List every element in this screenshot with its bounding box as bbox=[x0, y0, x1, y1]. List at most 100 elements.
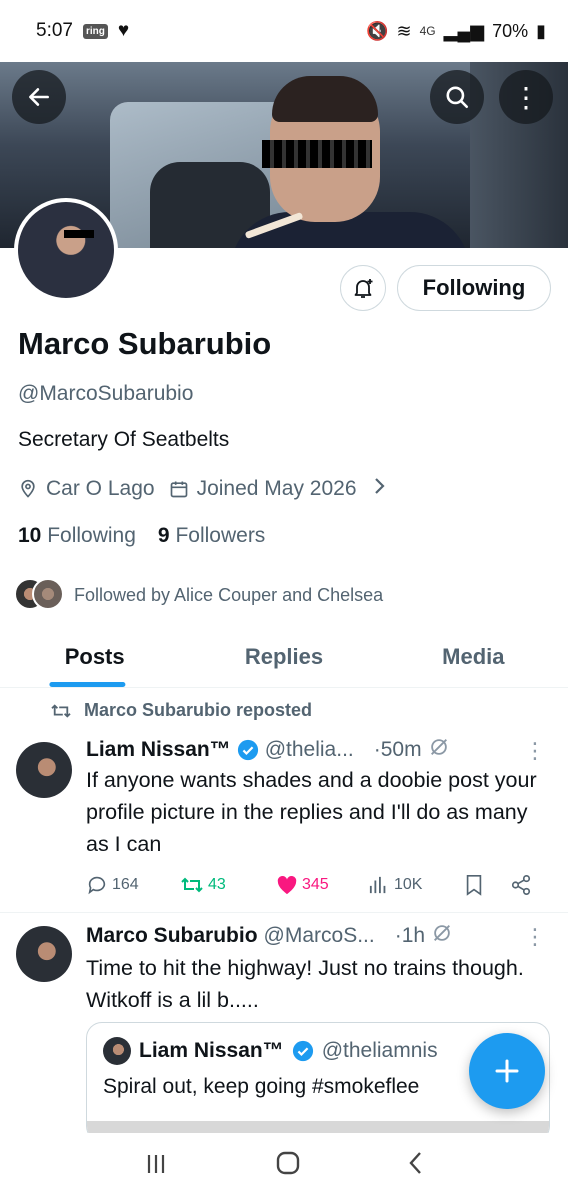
followed-by-avatars bbox=[14, 578, 64, 612]
post-text: Time to hit the highway! Just no trains … bbox=[86, 956, 524, 1012]
profile-meta: Car O Lago Joined May 2026 bbox=[18, 476, 387, 502]
quote-author-handle: @theliamnis bbox=[321, 1039, 438, 1062]
tab-replies[interactable]: Replies bbox=[189, 626, 378, 687]
repost-count: 43 bbox=[208, 876, 226, 893]
plus-icon bbox=[495, 1059, 519, 1083]
display-name: Marco Subarubio bbox=[18, 326, 272, 361]
joined-date: Joined May 2026 bbox=[196, 477, 357, 500]
reply-icon bbox=[88, 876, 106, 895]
status-bar: 5:07 ring ♥ 🔇 ≋ 4G ▂▄▆ 70% ▮ bbox=[0, 0, 568, 62]
author-handle: @MarcoS... bbox=[263, 924, 375, 947]
post-header: Liam Nissan™ @thelia... ·50m bbox=[86, 736, 450, 764]
like-count: 345 bbox=[302, 876, 329, 893]
tab-label: Posts bbox=[64, 643, 125, 669]
post-header: Marco Subarubio @MarcoS... ·1h bbox=[86, 922, 453, 950]
quote-author-name: Liam Nissan™ bbox=[139, 1039, 284, 1062]
bookmark-icon bbox=[466, 875, 482, 896]
heart-icon: ♥ bbox=[117, 20, 130, 41]
tab-media[interactable]: Media bbox=[379, 626, 568, 687]
pixel-shades bbox=[262, 140, 372, 168]
tab-label: Media bbox=[442, 643, 505, 669]
more-icon[interactable]: ⋮ bbox=[524, 738, 546, 764]
active-tab-indicator bbox=[49, 682, 126, 687]
location-text: Car O Lago bbox=[46, 477, 155, 500]
more-vertical-icon: ⋮ bbox=[512, 81, 540, 113]
compose-post-button[interactable] bbox=[469, 1033, 545, 1109]
followed-by-text: Followed by Alice Couper and Chelsea bbox=[74, 584, 384, 605]
banner-hair bbox=[272, 76, 378, 122]
ring-icon: ring bbox=[82, 23, 108, 39]
more-icon[interactable]: ⋮ bbox=[524, 924, 546, 950]
following-button[interactable]: Following bbox=[397, 265, 551, 311]
heart-filled-icon bbox=[277, 875, 297, 895]
views-button[interactable]: 10K bbox=[368, 875, 464, 895]
recent-apps-icon[interactable] bbox=[144, 1150, 168, 1182]
avatar bbox=[32, 578, 64, 610]
followers-label: Followers bbox=[175, 524, 266, 547]
following-count: 10 bbox=[18, 524, 42, 547]
system-nav-bar bbox=[0, 1133, 568, 1199]
post-time: ·50m bbox=[373, 738, 422, 761]
signal-icon: ▂▄▆ bbox=[443, 20, 485, 41]
author-handle: @thelia... bbox=[264, 738, 354, 761]
view-count: 10K bbox=[394, 876, 423, 893]
back-button[interactable] bbox=[12, 70, 66, 124]
status-time: 5:07 bbox=[36, 20, 73, 41]
followed-by-row[interactable]: Followed by Alice Couper and Chelsea bbox=[14, 578, 383, 612]
post-actions: 164 43 345 10K bbox=[86, 874, 546, 896]
home-icon[interactable] bbox=[275, 1150, 301, 1183]
repost-button[interactable]: 43 bbox=[180, 875, 276, 895]
profile-bio: Secretary Of Seatbelts bbox=[18, 428, 230, 451]
post-divider bbox=[0, 912, 568, 913]
grok-icon[interactable] bbox=[431, 922, 453, 950]
bookmark-button[interactable] bbox=[464, 874, 510, 896]
views-icon bbox=[369, 876, 386, 894]
calendar-icon bbox=[169, 479, 189, 499]
avatar bbox=[103, 1037, 131, 1065]
tab-label: Replies bbox=[244, 643, 324, 669]
avatar-shades bbox=[64, 230, 94, 238]
author-name[interactable]: Liam Nissan™ bbox=[86, 738, 231, 762]
mute-icon: 🔇 bbox=[366, 20, 389, 41]
grok-icon[interactable] bbox=[428, 736, 450, 764]
repost-icon bbox=[51, 703, 71, 718]
more-options-button[interactable]: ⋮ bbox=[499, 70, 553, 124]
battery-level: 70% bbox=[492, 20, 529, 41]
followers-count-link[interactable]: 9 Followers bbox=[158, 524, 265, 548]
reply-count: 164 bbox=[112, 876, 139, 893]
post-text: If anyone wants shades and a doobie post… bbox=[86, 768, 537, 856]
profile-handle: @MarcoSubarubio bbox=[18, 382, 194, 405]
share-icon bbox=[511, 875, 531, 895]
follow-counts: 10 Following 9 Followers bbox=[18, 524, 265, 548]
back-icon[interactable] bbox=[408, 1150, 424, 1183]
profile-tabs: Posts Replies Media bbox=[0, 626, 568, 688]
notifications-button[interactable] bbox=[340, 265, 386, 311]
verified-badge-icon bbox=[237, 739, 259, 761]
following-count-link[interactable]: 10 Following bbox=[18, 524, 136, 548]
battery-icon: ▮ bbox=[536, 20, 546, 41]
repost-icon bbox=[181, 877, 203, 893]
wifi-icon: ≋ bbox=[396, 20, 412, 41]
following-label: Following bbox=[47, 524, 136, 547]
share-button[interactable] bbox=[510, 874, 532, 896]
like-button[interactable]: 345 bbox=[276, 875, 368, 895]
bell-plus-icon bbox=[354, 279, 373, 298]
search-icon bbox=[446, 86, 469, 109]
location-icon bbox=[18, 479, 38, 499]
tab-posts[interactable]: Posts bbox=[0, 626, 189, 687]
author-name[interactable]: Marco Subarubio bbox=[86, 924, 258, 948]
network-type: 4G bbox=[419, 24, 436, 38]
quote-text: Spiral out, keep going #smokeflee bbox=[103, 1075, 420, 1098]
quote-header: Liam Nissan™ @theliamnis bbox=[103, 1037, 438, 1065]
repost-indicator: Marco Subarubio reposted bbox=[50, 700, 312, 721]
verified-badge-icon bbox=[292, 1040, 314, 1062]
avatar[interactable] bbox=[16, 742, 72, 798]
search-button[interactable] bbox=[430, 70, 484, 124]
profile-avatar[interactable] bbox=[14, 198, 118, 302]
post-time: ·1h bbox=[394, 924, 426, 947]
repost-label: Marco Subarubio reposted bbox=[84, 700, 313, 720]
followers-count: 9 bbox=[157, 524, 170, 547]
chevron-right-icon[interactable] bbox=[373, 476, 387, 502]
avatar[interactable] bbox=[16, 926, 72, 982]
reply-button[interactable]: 164 bbox=[86, 874, 180, 896]
